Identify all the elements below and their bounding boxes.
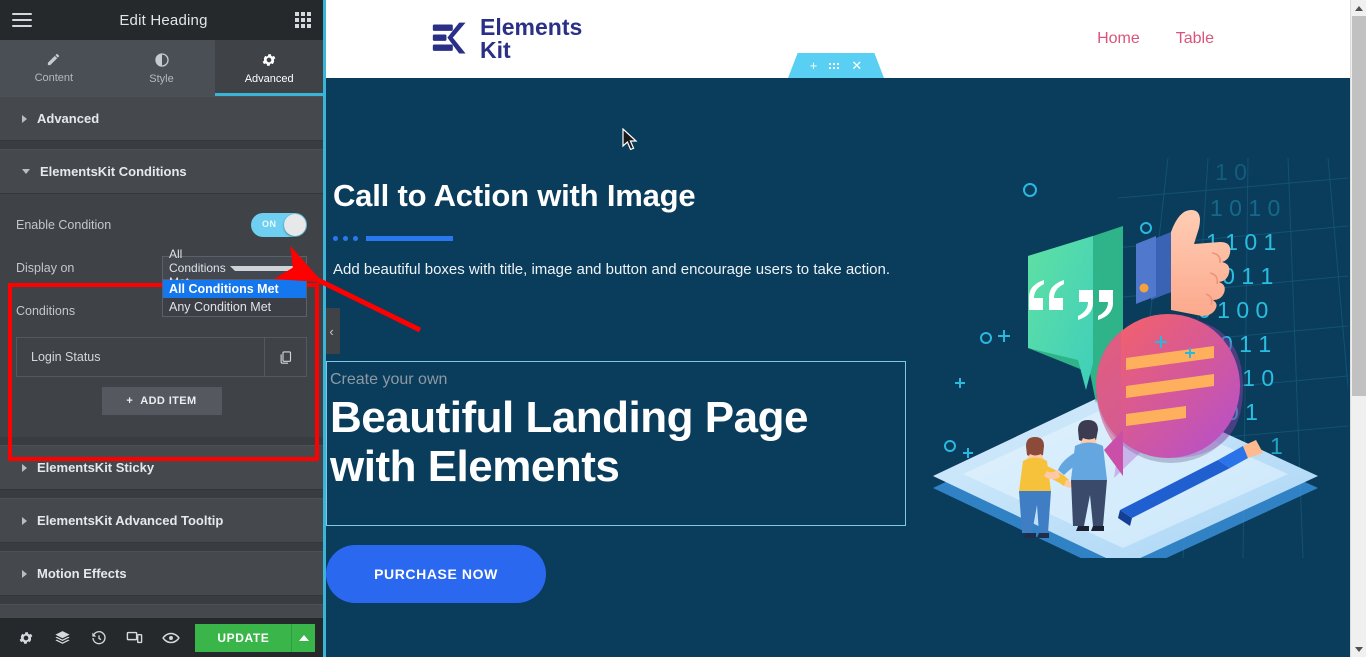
nav-link-table[interactable]: Table <box>1176 30 1214 48</box>
hero-text-block: Call to Action with Image Add beautiful … <box>333 178 918 282</box>
add-item-button[interactable]: + ADD ITEM <box>101 387 222 415</box>
mouse-pointer-cursor <box>622 128 638 151</box>
hero-section: 1 0 1 0 1 0 1 1 0 1 1 0 1 1 0 1 0 0 0 1 … <box>323 78 1366 657</box>
add-item-label: ADD ITEM <box>140 395 197 407</box>
purchase-now-button[interactable]: PURCHASE NOW <box>326 545 546 603</box>
elementskit-logo-icon <box>432 22 466 54</box>
chevron-right-icon <box>22 114 27 123</box>
cta-title: Call to Action with Image <box>333 178 696 213</box>
dropdown-option-all-conditions-met[interactable]: All Conditions Met <box>163 280 306 298</box>
cta-description: Add beautiful boxes with title, image an… <box>333 261 891 278</box>
divider <box>0 543 323 551</box>
history-clock-icon[interactable] <box>81 618 117 657</box>
hamburger-menu-icon[interactable] <box>12 13 32 27</box>
dropdown-option-any-condition-met[interactable]: Any Condition Met <box>163 298 306 316</box>
purchase-now-label: PURCHASE NOW <box>374 566 498 582</box>
section-transform[interactable]: Transform <box>0 604 323 618</box>
update-button-label: UPDATE <box>217 630 270 645</box>
heading-widget-selected[interactable]: Create your own Beautiful Landing Page w… <box>326 361 906 526</box>
chevron-right-icon <box>22 569 27 578</box>
chevron-down-icon <box>229 265 300 271</box>
chevron-left-icon: ‹ <box>329 323 334 339</box>
chevron-down-icon <box>22 169 30 174</box>
close-x-icon[interactable]: ✕ <box>851 59 862 72</box>
svg-text:1 0 1 0: 1 0 1 0 <box>1210 195 1280 221</box>
contrast-icon <box>154 52 169 67</box>
section-elementskit-sticky-label: ElementsKit Sticky <box>37 460 155 475</box>
logo-text: Elements Kit <box>480 16 582 62</box>
section-toolbar: + ✕ <box>788 53 884 78</box>
section-elementskit-advanced-tooltip[interactable]: ElementsKit Advanced Tooltip <box>0 498 323 543</box>
pencil-icon <box>48 53 60 66</box>
chevron-right-icon <box>22 463 27 472</box>
section-motion-effects[interactable]: Motion Effects <box>0 551 323 596</box>
tab-content[interactable]: Content <box>0 40 108 96</box>
condition-repeater-item[interactable]: Login Status <box>16 337 307 377</box>
panel-body: Advanced ElementsKit Conditions Enable C… <box>0 96 323 618</box>
heading-title: Beautiful Landing Page with Elements <box>330 393 808 491</box>
duplicate-icon[interactable] <box>264 338 306 376</box>
section-advanced[interactable]: Advanced <box>0 96 323 141</box>
section-elementskit-conditions-label: ElementsKit Conditions <box>40 164 187 179</box>
section-elementskit-conditions[interactable]: ElementsKit Conditions <box>0 149 323 194</box>
site-logo[interactable]: Elements Kit <box>431 16 582 62</box>
chevron-right-icon <box>22 516 27 525</box>
nav-link-home[interactable]: Home <box>1097 30 1140 48</box>
section-elementskit-sticky[interactable]: ElementsKit Sticky <box>0 445 323 490</box>
responsive-mode-icon[interactable] <box>117 618 153 657</box>
site-nav: Home Table <box>1097 30 1334 48</box>
tab-advanced[interactable]: Advanced <box>215 40 324 96</box>
display-on-select-wrap: All Conditions Met All Conditions Met An… <box>162 247 307 317</box>
preview-accent-border <box>323 0 326 657</box>
preview-scrollbar[interactable] <box>1350 0 1366 657</box>
section-advanced-label: Advanced <box>37 111 100 126</box>
add-section-plus-icon[interactable]: + <box>810 59 818 72</box>
panel-header: Edit Heading <box>0 0 323 40</box>
display-on-row: Display on All Conditions Met All Condit… <box>16 247 307 317</box>
isometric-feedback-illustration: 1 0 1 0 1 0 1 1 0 1 1 0 1 1 0 1 0 0 0 1 … <box>933 158 1348 558</box>
preview-eye-icon[interactable] <box>153 618 189 657</box>
panel-title: Edit Heading <box>119 11 208 29</box>
toggle-state-label: ON <box>262 219 277 229</box>
display-on-select[interactable]: All Conditions Met <box>162 247 307 289</box>
enable-condition-label: Enable Condition <box>16 218 112 232</box>
tab-style-label: Style <box>149 72 174 85</box>
divider <box>0 141 323 149</box>
panel-footer: UPDATE <box>0 618 323 657</box>
panel-tabs: Content Style Advanced <box>0 40 324 96</box>
gear-icon <box>262 53 276 66</box>
display-on-label: Display on <box>16 261 75 275</box>
tab-advanced-label: Advanced <box>244 72 294 85</box>
update-options-caret-icon[interactable] <box>291 623 316 652</box>
enable-condition-row: Enable Condition ON <box>16 208 307 242</box>
drag-handle-icon[interactable] <box>829 62 840 69</box>
widgets-grid-icon[interactable] <box>294 12 311 28</box>
scroll-down-arrow[interactable] <box>1351 641 1366 657</box>
settings-gear-icon[interactable] <box>8 618 44 657</box>
enable-condition-toggle[interactable]: ON <box>251 213 307 237</box>
section-motion-effects-label: Motion Effects <box>37 566 127 581</box>
plus-icon: + <box>126 395 134 407</box>
display-on-dropdown: All Conditions Met Any Condition Met <box>162 280 307 317</box>
conditions-controls: Enable Condition ON Display on All Condi… <box>0 194 323 437</box>
elementor-editor-panel: Edit Heading Content Style Advanced Adva… <box>0 0 324 657</box>
svg-text:1 0: 1 0 <box>1215 159 1247 185</box>
heading-eyebrow: Create your own <box>330 371 448 388</box>
condition-item-name: Login Status <box>31 350 101 364</box>
logo-text-line2: Kit <box>480 37 511 63</box>
scroll-up-arrow[interactable] <box>1351 0 1366 16</box>
divider <box>0 596 323 604</box>
toggle-knob <box>284 214 306 236</box>
divider <box>0 490 323 498</box>
tab-content-label: Content <box>34 72 74 84</box>
update-button[interactable]: UPDATE <box>195 623 292 652</box>
title-divider <box>333 236 918 241</box>
page-preview: Elements Kit Home Table + ✕ 1 0 1 0 1 0 … <box>323 0 1366 657</box>
section-elementskit-advanced-tooltip-label: ElementsKit Advanced Tooltip <box>37 513 224 528</box>
navigator-layers-icon[interactable] <box>44 618 80 657</box>
scrollbar-thumb[interactable] <box>1352 16 1366 396</box>
logo-text-line1: Elements <box>480 14 583 40</box>
tab-style[interactable]: Style <box>108 40 216 96</box>
divider <box>0 437 323 445</box>
